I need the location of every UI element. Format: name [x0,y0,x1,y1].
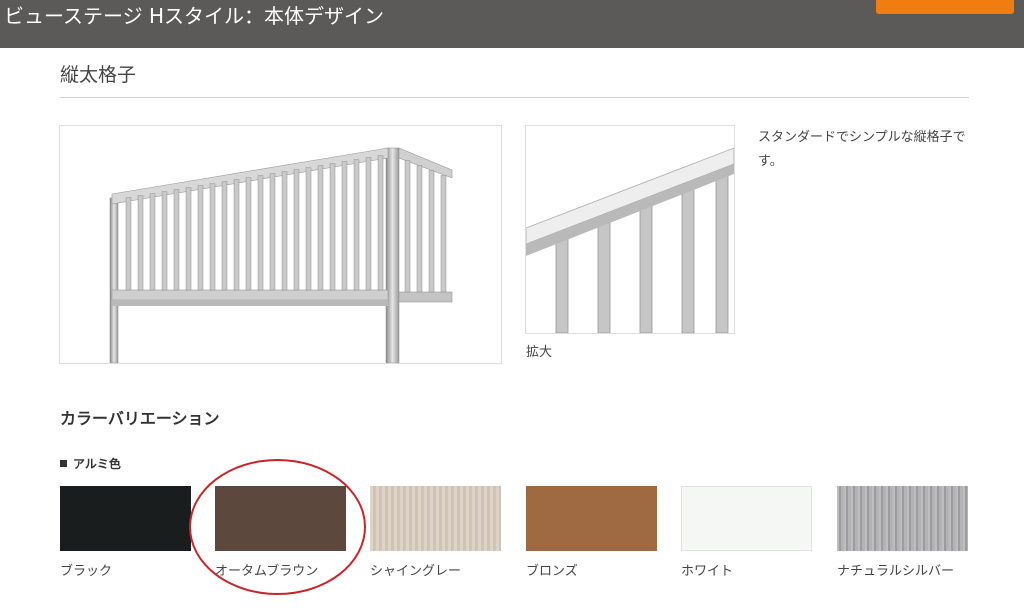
baluster [125,197,132,291]
baluster [269,173,276,291]
header-action-button[interactable] [876,0,1014,14]
swatch-label: ブロンズ [526,564,578,579]
baluster [281,171,288,291]
swatch-white[interactable] [681,486,812,551]
baluster [137,195,144,291]
baluster [428,170,435,293]
baluster [149,193,156,291]
baluster [341,161,348,291]
baluster [293,169,300,291]
page-title: ビューステージ Hスタイル：本体デザイン [4,4,384,28]
railing-closeup-illustration [526,147,734,333]
baluster [404,160,411,293]
zoom-photo[interactable] [525,125,735,334]
baluster [173,189,180,291]
baluster [681,181,695,333]
header-bar: ビューステージ Hスタイル：本体デザイン [0,0,1024,48]
baluster [233,179,240,291]
baluster [197,185,204,291]
swatch-label: オータムブラウン [215,564,319,579]
swatch-label: ホワイト [681,564,734,579]
baluster [329,163,336,291]
product-description: スタンダードでシンプルな縦格子です。 [758,130,966,169]
swatch-label: ブラック [60,564,113,579]
swatch-natural-silver[interactable] [837,486,968,551]
swatch-black[interactable] [60,486,191,551]
swatch-autumn-brown[interactable] [215,486,346,551]
baluster [305,167,312,291]
color-variation-title: カラーバリエーション [60,409,220,428]
baluster [185,187,192,291]
baluster [221,181,228,291]
baluster [209,183,216,291]
baluster [365,157,372,291]
baluster [639,197,653,333]
swatch-label: シャイングレー [370,564,462,579]
product-photo[interactable] [59,125,502,364]
swatch-label: ナチュラルシルバー [837,564,955,579]
baluster [353,159,360,291]
baluster [377,155,384,291]
swatch-bronze[interactable] [526,486,657,551]
baluster [416,165,423,293]
divider [60,97,969,98]
color-category-label: アルミ色 [60,455,121,472]
baluster [715,168,729,333]
square-bullet-icon [60,460,67,467]
baluster [161,191,168,291]
baluster [257,175,264,291]
baluster [555,230,569,333]
swatch-shine-gray[interactable] [370,486,501,551]
railing-illustration [109,147,453,363]
baluster [440,175,447,293]
baluster [317,165,324,291]
baluster [597,213,611,333]
section-title: 縦太格子 [60,64,137,86]
zoom-caption: 拡大 [526,345,553,360]
baluster [245,177,252,291]
